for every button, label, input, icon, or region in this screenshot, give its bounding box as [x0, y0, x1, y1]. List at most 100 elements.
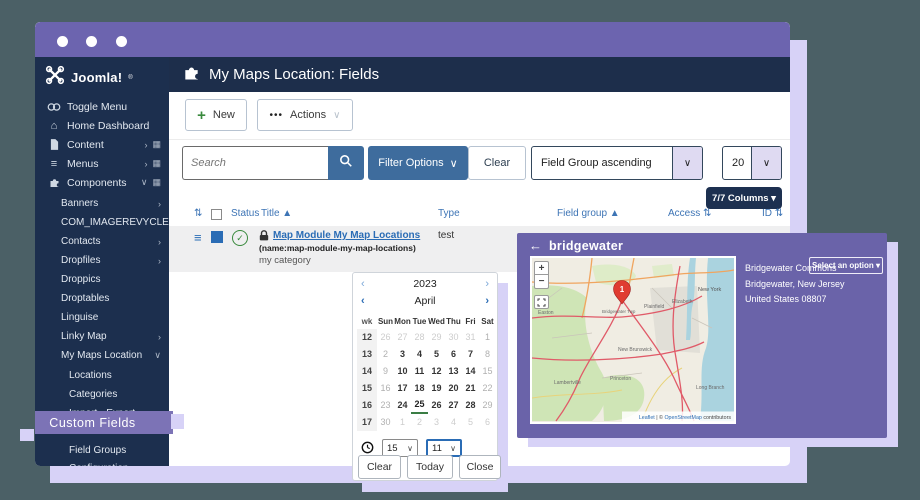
- calendar-day[interactable]: 29: [428, 329, 445, 346]
- sidebar-item[interactable]: Banners›: [35, 194, 169, 213]
- calendar-day[interactable]: 12: [428, 363, 445, 380]
- row-title-link[interactable]: Map Module My Map Locations: [273, 230, 420, 241]
- search-button[interactable]: [328, 146, 364, 180]
- calendar-day-selected[interactable]: 25: [411, 397, 428, 414]
- calendar-day[interactable]: 17: [394, 380, 411, 397]
- sidebar-item[interactable]: Toggle Menu: [35, 97, 169, 116]
- title-column-header[interactable]: Title ▲: [261, 208, 292, 219]
- sidebar-item[interactable]: Field Groups: [35, 441, 169, 460]
- calendar-day[interactable]: 26: [377, 329, 394, 346]
- window-controls[interactable]: [57, 34, 141, 52]
- sidebar-item[interactable]: Droppics: [35, 270, 169, 289]
- next-year-arrow[interactable]: ›: [482, 278, 492, 290]
- access-column-header[interactable]: Access ⇅: [668, 208, 711, 219]
- calendar-day[interactable]: 19: [428, 380, 445, 397]
- sidebar-item[interactable]: Categories: [35, 385, 169, 404]
- sidebar-item[interactable]: ⌂Home Dashboard: [35, 116, 169, 135]
- calendar-day[interactable]: 13: [445, 363, 462, 380]
- window-dot[interactable]: [57, 36, 68, 47]
- sidebar-item[interactable]: COM_IMAGEREVYCLE: [35, 213, 169, 232]
- sidebar-item-active-custom-fields[interactable]: Custom Fields: [35, 411, 173, 434]
- calendar-day[interactable]: 22: [479, 380, 496, 397]
- calendar-day[interactable]: 21: [462, 380, 479, 397]
- map-attribution[interactable]: Leaflet | © OpenStreetMap contributors: [639, 414, 732, 421]
- calendar-day[interactable]: 28: [411, 329, 428, 346]
- joomla-logo[interactable]: Joomla! ®: [45, 65, 133, 90]
- calendar-close-button[interactable]: Close: [459, 455, 501, 479]
- calendar-week-number[interactable]: 15: [357, 380, 377, 397]
- grid-icon[interactable]: ▦: [152, 158, 161, 169]
- new-button[interactable]: + New: [185, 99, 247, 131]
- calendar-day[interactable]: 30: [445, 329, 462, 346]
- window-dot[interactable]: [116, 36, 127, 47]
- window-dot[interactable]: [86, 36, 97, 47]
- calendar-day[interactable]: 2: [411, 414, 428, 431]
- calendar-day[interactable]: 5: [428, 346, 445, 363]
- prev-year-arrow[interactable]: ‹: [358, 278, 368, 290]
- map[interactable]: Easton Plainfield New York Elizabeth New…: [530, 256, 736, 424]
- calendar-week-number[interactable]: 17: [357, 414, 377, 431]
- calendar-day[interactable]: 24: [394, 397, 411, 414]
- calendar-week-number[interactable]: 13: [357, 346, 377, 363]
- next-month-arrow[interactable]: ›: [482, 295, 492, 307]
- calendar-day[interactable]: 16: [377, 380, 394, 397]
- sidebar-item[interactable]: Linguise: [35, 308, 169, 327]
- calendar-day[interactable]: 31: [462, 329, 479, 346]
- sidebar-item[interactable]: Contacts›: [35, 232, 169, 251]
- calendar-day[interactable]: 9: [377, 363, 394, 380]
- calendar-day[interactable]: 1: [394, 414, 411, 431]
- sidebar-item[interactable]: Configuration: [35, 459, 169, 466]
- calendar-day[interactable]: 20: [445, 380, 462, 397]
- row-checkbox[interactable]: [211, 231, 223, 246]
- calendar-day[interactable]: 5: [462, 414, 479, 431]
- sidebar-item[interactable]: Dropfiles›: [35, 251, 169, 270]
- map-zoom-out-button[interactable]: −: [534, 275, 549, 289]
- map-zoom-in-button[interactable]: +: [534, 261, 549, 275]
- calendar-day[interactable]: 1: [479, 329, 496, 346]
- calendar-day[interactable]: 4: [445, 414, 462, 431]
- sidebar-item[interactable]: Droptables: [35, 289, 169, 308]
- calendar-day[interactable]: 7: [462, 346, 479, 363]
- filter-options-button[interactable]: Filter Options ∨: [368, 146, 468, 180]
- calendar-day[interactable]: 26: [428, 397, 445, 414]
- calendar-day[interactable]: 10: [394, 363, 411, 380]
- sidebar-item[interactable]: My Maps Location∨: [35, 346, 169, 365]
- calendar-clear-button[interactable]: Clear: [358, 455, 401, 479]
- calendar-day[interactable]: 18: [411, 380, 428, 397]
- sidebar-item[interactable]: Content›▦: [35, 135, 169, 154]
- id-column-header[interactable]: ID ⇅: [762, 208, 783, 219]
- sort-select[interactable]: Field Group ascending ∨: [531, 146, 703, 180]
- status-column-header[interactable]: Status: [231, 208, 259, 219]
- page-size-select[interactable]: 20 ∨: [722, 146, 782, 180]
- select-all-checkbox[interactable]: [211, 209, 222, 223]
- calendar-day[interactable]: 30: [377, 414, 394, 431]
- calendar-week-number[interactable]: 12: [357, 329, 377, 346]
- calendar-day[interactable]: 29: [479, 397, 496, 414]
- calendar-day[interactable]: 6: [479, 414, 496, 431]
- calendar-week-number[interactable]: 14: [357, 363, 377, 380]
- sidebar-item[interactable]: Locations: [35, 366, 169, 385]
- select-an-option-button[interactable]: Select an option ▾: [809, 257, 883, 274]
- sidebar-item[interactable]: Components∨▦: [35, 173, 169, 192]
- sidebar-item[interactable]: ≡Menus›▦: [35, 154, 169, 173]
- calendar-day[interactable]: 3: [428, 414, 445, 431]
- calendar-day[interactable]: 2: [377, 346, 394, 363]
- drag-handle[interactable]: ≡: [194, 230, 202, 245]
- sidebar-item[interactable]: Linky Map›: [35, 327, 169, 346]
- calendar-day[interactable]: 23: [377, 397, 394, 414]
- calendar-day[interactable]: 3: [394, 346, 411, 363]
- clear-button[interactable]: Clear: [468, 146, 526, 180]
- map-fullscreen-button[interactable]: [534, 295, 549, 309]
- calendar-today-button[interactable]: Today: [407, 455, 453, 479]
- grid-icon[interactable]: ▦: [152, 177, 161, 188]
- calendar-day[interactable]: 28: [462, 397, 479, 414]
- columns-button[interactable]: 7/7 Columns ▾: [706, 187, 782, 209]
- prev-month-arrow[interactable]: ‹: [358, 295, 368, 307]
- calendar-week-number[interactable]: 16: [357, 397, 377, 414]
- calendar-day[interactable]: 27: [394, 329, 411, 346]
- field-group-column-header[interactable]: Field group ▲: [557, 208, 620, 219]
- ordering-column-header[interactable]: ⇅: [194, 208, 202, 219]
- calendar-day[interactable]: 15: [479, 363, 496, 380]
- calendar-day[interactable]: 4: [411, 346, 428, 363]
- back-arrow-icon[interactable]: ←: [529, 238, 542, 253]
